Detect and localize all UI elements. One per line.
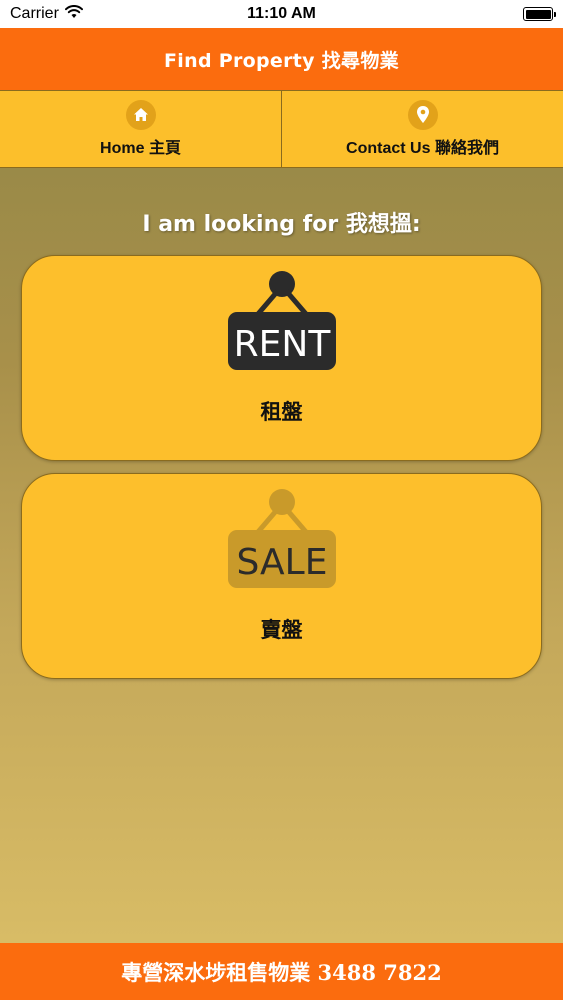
sale-option-label: 賣盤	[260, 619, 303, 642]
status-right	[393, 7, 556, 21]
nav-bar: Home 主頁 Contact Us 聯絡我們	[0, 90, 563, 168]
prompt-heading: I am looking for 我想搵:	[142, 212, 421, 237]
nav-item-home-label: Home 主頁	[100, 140, 181, 157]
rent-sign-icon: RENT	[227, 271, 336, 370]
rent-option-card[interactable]: RENT 租盤	[21, 255, 542, 461]
status-bar: Carrier 11:10 AM	[0, 0, 563, 28]
location-pin-icon	[407, 100, 438, 130]
rent-sign-text: RENT	[233, 324, 331, 365]
rent-option-label: 租盤	[260, 401, 303, 424]
carrier-label: Carrier	[10, 5, 59, 22]
footer-banner[interactable]: 專營深水埗租售物業 3488 7822	[0, 943, 563, 1000]
sale-option-card[interactable]: SALE 賣盤	[21, 473, 542, 679]
status-time: 11:10 AM	[247, 5, 316, 22]
home-icon	[125, 100, 156, 130]
nav-item-home[interactable]: Home 主頁	[0, 91, 281, 167]
nav-item-contact[interactable]: Contact Us 聯絡我們	[281, 91, 563, 167]
battery-level	[525, 9, 551, 19]
wifi-icon	[64, 4, 83, 24]
status-left: Carrier	[10, 4, 170, 24]
main-content: I am looking for 我想搵: RENT 租盤 SALE 賣盤	[0, 168, 563, 943]
sale-sign-icon: SALE	[227, 489, 336, 588]
footer-text: 專營深水埗租售物業 3488 7822	[121, 959, 442, 985]
page-title: Find Property 找尋物業	[164, 49, 399, 72]
sale-sign-text: SALE	[236, 542, 327, 583]
nav-item-contact-label: Contact Us 聯絡我們	[346, 140, 499, 157]
app-header: Find Property 找尋物業	[0, 28, 563, 90]
battery-icon	[523, 7, 556, 21]
